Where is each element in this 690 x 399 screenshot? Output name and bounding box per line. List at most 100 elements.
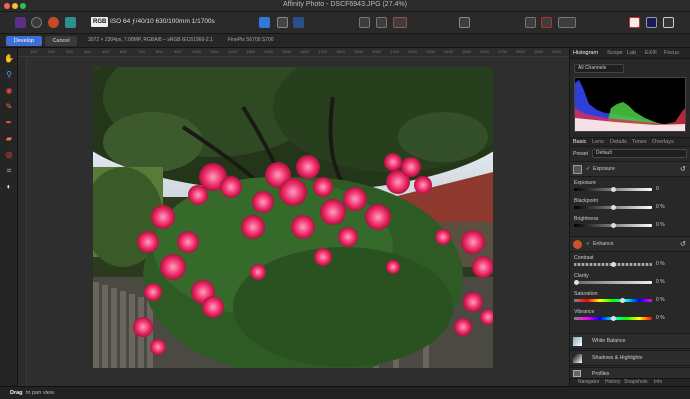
- white-balance-picker-icon[interactable]: [629, 17, 640, 28]
- develop-persona-icon[interactable]: [48, 17, 59, 28]
- tone-map-icon[interactable]: [277, 17, 288, 28]
- tab-snapshots[interactable]: Snapshots: [624, 379, 648, 385]
- slider-value[interactable]: 0 %: [656, 222, 665, 228]
- tab-details[interactable]: Details: [610, 139, 627, 145]
- reset-icon[interactable]: ↺: [680, 240, 686, 248]
- slider-knob[interactable]: [611, 187, 616, 192]
- highlights-icon[interactable]: [541, 17, 552, 28]
- image-info: 3072 × 2304px, 7.08MP, RGBA/8 – sRGB IEC…: [88, 37, 213, 43]
- tab-info[interactable]: Info: [654, 379, 662, 385]
- tab-navigator[interactable]: Navigator: [578, 379, 599, 385]
- hand-icon[interactable]: ✋: [4, 54, 14, 64]
- zoom-icon[interactable]: ⚲: [4, 70, 14, 80]
- preset-label: Preset: [573, 151, 588, 157]
- slider-value[interactable]: 0 %: [656, 261, 665, 267]
- slider-track[interactable]: [574, 299, 652, 302]
- slider-knob[interactable]: [611, 205, 616, 210]
- slider-value[interactable]: 0 %: [656, 315, 665, 321]
- context-toolbar: Develop Cancel 3072 × 2304px, 7.08MP, RG…: [0, 34, 690, 48]
- panel-bottom-tabs: Navigator History Snapshots Info: [570, 378, 690, 386]
- slider-value[interactable]: 0 %: [656, 297, 665, 303]
- tab-lens[interactable]: Lens: [592, 139, 604, 145]
- preset-select[interactable]: Default: [592, 149, 687, 158]
- liquify-persona-icon[interactable]: [31, 17, 42, 28]
- reset-icon[interactable]: ↺: [680, 165, 686, 173]
- ruler-tick-label: 100: [30, 49, 37, 54]
- cancel-button[interactable]: Cancel: [45, 36, 77, 46]
- slider-label: Blackpoint: [574, 198, 598, 204]
- assistant-icon[interactable]: [459, 17, 470, 28]
- slider-value[interactable]: 0 %: [656, 204, 665, 210]
- slider-label: Contrast: [574, 255, 594, 261]
- tab-scope[interactable]: Scope: [607, 50, 623, 56]
- view-mirror-icon[interactable]: [393, 17, 407, 28]
- tab-tones[interactable]: Tones: [632, 139, 647, 145]
- slider-knob[interactable]: [611, 316, 616, 321]
- tab-lab[interactable]: Lab: [627, 50, 636, 56]
- slider-knob[interactable]: [573, 280, 579, 285]
- target-icon[interactable]: ◎: [4, 150, 14, 160]
- enhance-checkbox-icon[interactable]: ✓: [586, 241, 590, 247]
- tab-history[interactable]: History: [605, 379, 621, 385]
- panel-toggle-icon[interactable]: [663, 17, 674, 28]
- window-title: Affinity Photo - DSCF6943.JPG (27.4%): [283, 1, 407, 8]
- ruler-tick-label: 500: [102, 49, 109, 54]
- photo-image[interactable]: [93, 67, 493, 368]
- profiles-label: Profiles: [592, 371, 610, 377]
- white-balance-group[interactable]: White Balance: [570, 333, 690, 349]
- slider-value[interactable]: 0: [656, 186, 659, 192]
- ruler-tick-label: 1300: [246, 49, 255, 54]
- clipping-icon[interactable]: [525, 17, 536, 28]
- ruler-tick-label: 2600: [480, 49, 489, 54]
- tab-overlays[interactable]: Overlays: [652, 139, 674, 145]
- eraser-icon[interactable]: ▰: [4, 134, 14, 144]
- ruler-tick-label: 2400: [444, 49, 453, 54]
- camera-model: FinePix S6700 S700: [228, 37, 274, 43]
- color-format-badge: RGB: [91, 17, 109, 27]
- ruler-tick-label: 2700: [498, 49, 507, 54]
- channel-select[interactable]: All Channels: [574, 64, 624, 73]
- view-split-icon[interactable]: [376, 17, 387, 28]
- slider-track[interactable]: [574, 281, 652, 284]
- exif-info: ISO 64 ƒ/40/10 630/100mm 1/1700s: [110, 18, 215, 25]
- enhance-icon: [573, 240, 582, 249]
- view-icon[interactable]: ◉: [4, 86, 14, 96]
- exposure-icon: [573, 165, 582, 174]
- tab-basic[interactable]: Basic: [573, 139, 586, 145]
- overlay-icon[interactable]: [259, 17, 270, 28]
- ruler-tick-label: 1800: [336, 49, 345, 54]
- right-panel: Histogram Scope Lab EXIF Focus All Chann…: [569, 48, 690, 386]
- slider-value[interactable]: 0 %: [656, 279, 665, 285]
- slider-label: Brightness: [574, 216, 599, 222]
- tab-histogram[interactable]: Histogram: [573, 50, 598, 56]
- slider-label: Clarity: [574, 273, 589, 279]
- shadows-dropdown-icon[interactable]: [558, 17, 576, 28]
- slider-knob[interactable]: [611, 262, 616, 267]
- color-mode-icon[interactable]: [646, 17, 657, 28]
- shadows-highlights-group[interactable]: Shadows & Highlights: [570, 350, 690, 366]
- ruler-tick-label: 700: [138, 49, 145, 54]
- main-toolbar: RGB ISO 64 ƒ/40/10 630/100mm 1/1700s: [0, 12, 690, 34]
- photo-persona-icon[interactable]: [15, 17, 26, 28]
- view-single-icon[interactable]: [359, 17, 370, 28]
- slider-knob[interactable]: [620, 298, 626, 303]
- histogram-graph: [575, 80, 685, 131]
- tab-exif[interactable]: EXIF: [645, 50, 657, 56]
- ruler-tick-label: 2200: [408, 49, 417, 54]
- crop-icon[interactable]: ⌗: [4, 166, 14, 176]
- slider-knob[interactable]: [611, 223, 616, 228]
- enhance-group-header[interactable]: ✓ Enhance ↺: [570, 236, 690, 252]
- exposure-group-header[interactable]: ✓ Exposure ↺: [570, 161, 690, 177]
- ruler-tick-label: 600: [120, 49, 127, 54]
- export-persona-icon[interactable]: [65, 17, 76, 28]
- brush-icon[interactable]: ✎: [4, 102, 14, 112]
- pen-icon[interactable]: ✒: [4, 118, 14, 128]
- ruler-tick-label: 200: [48, 49, 55, 54]
- ruler-tick-label: 2300: [426, 49, 435, 54]
- develop-button[interactable]: Develop: [6, 36, 42, 46]
- shadows-highlights-icon: [573, 354, 582, 363]
- split-view-icon[interactable]: [293, 17, 304, 28]
- mask-icon[interactable]: ◐: [4, 182, 14, 192]
- exposure-checkbox-icon[interactable]: ✓: [586, 166, 590, 172]
- tab-focus[interactable]: Focus: [664, 50, 679, 56]
